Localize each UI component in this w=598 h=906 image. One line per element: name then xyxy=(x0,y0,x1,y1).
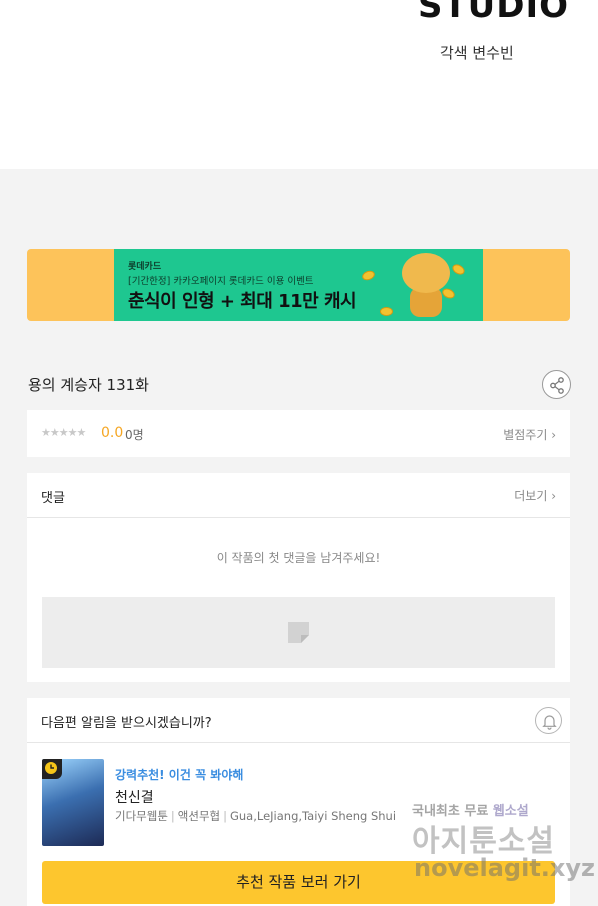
wait-free-badge xyxy=(42,759,62,779)
adaptation-credit: 각색 변수빈 xyxy=(440,44,514,62)
comment-icon xyxy=(288,622,309,643)
recommend-authors: Gua,LeJiang,Taiyi Sheng Shui xyxy=(229,809,397,823)
bell-icon xyxy=(542,715,557,730)
notify-bell-button[interactable] xyxy=(535,707,562,734)
recommend-tag: 강력추천! 이건 꼭 봐야해 xyxy=(115,768,244,782)
notify-card: 다음편 알림을 받으시겠습니까? 강력추천! 이건 꼭 봐야해 천신결 기다무웹… xyxy=(27,698,570,906)
notify-question: 다음편 알림을 받으시겠습니까? xyxy=(41,716,212,731)
share-icon xyxy=(550,377,564,394)
recommend-title[interactable]: 천신결 xyxy=(115,787,154,807)
coin-icon xyxy=(360,269,377,282)
rating-score: 0.0 xyxy=(101,425,124,441)
rating-card: ★★★★★ 0.0 0명 별점주기 › xyxy=(27,410,570,457)
coin-icon xyxy=(380,307,393,316)
comment-header: 댓글 더보기 › xyxy=(27,473,570,518)
comment-more-link[interactable]: 더보기 › xyxy=(514,487,556,504)
recommend-thumbnail[interactable] xyxy=(42,759,104,846)
header-area: STUDIO 각색 변수빈 xyxy=(0,0,598,169)
studio-logo: STUDIO xyxy=(418,0,570,26)
rating-count: 0명 xyxy=(125,428,144,442)
character-illustration xyxy=(398,253,454,317)
comment-empty-message: 이 작품의 첫 댓글을 남겨주세요! xyxy=(216,551,381,565)
episode-title: 용의 계승자 131화 xyxy=(28,376,149,394)
banner-subtitle: [기간한정] 카카오페이지 롯데카드 이용 이벤트 xyxy=(128,276,314,287)
event-banner-panel: 롯데카드 [기간한정] 카카오페이지 롯데카드 이용 이벤트 춘식이 인형 + … xyxy=(114,249,483,321)
clock-icon xyxy=(45,762,57,774)
event-banner[interactable]: 롯데카드 [기간한정] 카카오페이지 롯데카드 이용 이벤트 춘식이 인형 + … xyxy=(27,249,570,321)
recommend-meta: 기다무웹툰 | 액션무협 | Gua,LeJiang,Taiyi Sheng Shui xyxy=(115,809,397,823)
comment-input-box[interactable] xyxy=(42,597,555,668)
comment-label: 댓글 xyxy=(41,491,65,506)
recommend-genre: 액션무협 xyxy=(177,809,221,823)
share-button[interactable] xyxy=(542,370,571,399)
recommend-cta-button[interactable]: 추천 작품 보러 가기 xyxy=(42,861,555,904)
rate-button[interactable]: 별점주기 › xyxy=(503,426,556,443)
notify-header: 다음편 알림을 받으시겠습니까? xyxy=(27,698,570,743)
recommend-status: 기다무웹툰 xyxy=(115,809,168,823)
comment-card: 댓글 더보기 › 이 작품의 첫 댓글을 남겨주세요! xyxy=(27,473,570,682)
banner-title: 춘식이 인형 + 최대 11만 캐시 xyxy=(128,291,357,312)
rating-stars[interactable]: ★★★★★ xyxy=(41,426,86,439)
banner-brand: 롯데카드 xyxy=(128,262,162,272)
